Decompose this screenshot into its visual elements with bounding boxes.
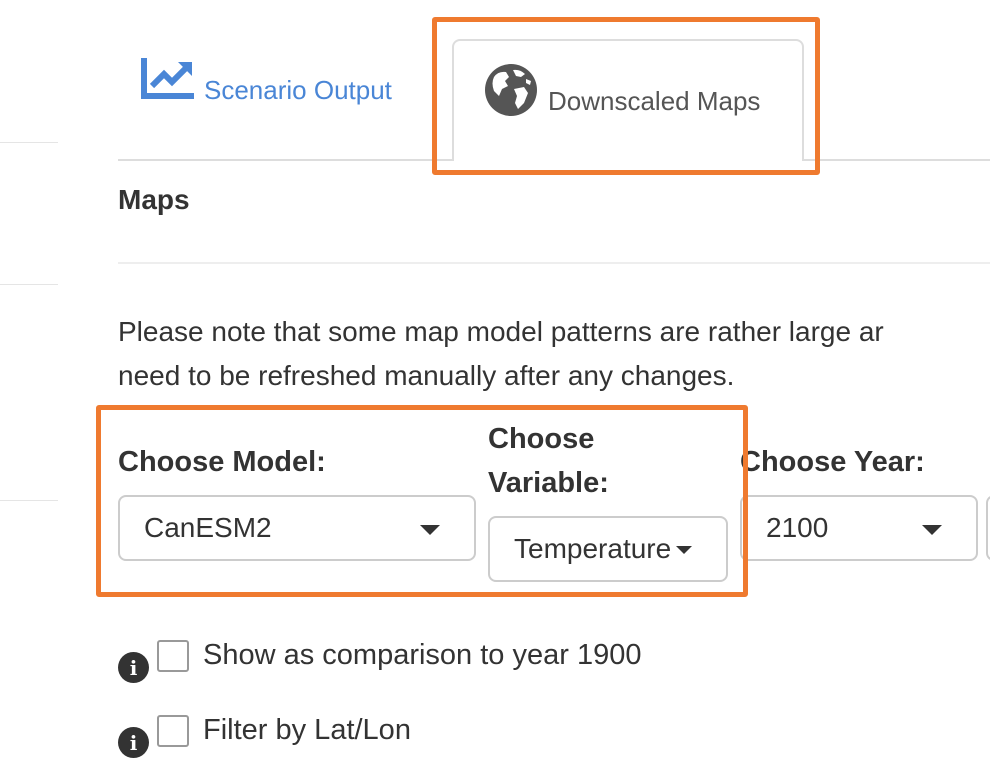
note-line: Please note that some map model patterns… [118,316,884,347]
comparison-checkbox[interactable] [157,639,189,672]
globe-icon [484,63,538,124]
line-chart-icon [140,56,196,107]
year-select-value: 2100 [766,512,829,543]
filter-label[interactable]: Filter by Lat/Lon [203,714,411,747]
chevron-down-icon [420,525,440,535]
section-title: Maps [118,184,190,215]
variable-label-line: Choose [488,423,595,455]
chevron-down-icon [676,546,692,554]
tab-label: Scenario Output [204,74,392,105]
chevron-down-icon [922,525,942,535]
filter-checkbox[interactable] [157,714,189,747]
comparison-option: i Show as comparison to year 1900 [118,628,641,683]
info-icon[interactable]: i [118,652,149,683]
year-select[interactable]: 2100 [740,495,978,561]
sidebar-divider [0,142,58,143]
filter-option: i Filter by Lat/Lon [118,703,411,758]
tab-downscaled-maps[interactable]: Downscaled Maps [452,39,804,161]
comparison-label[interactable]: Show as comparison to year 1900 [203,639,641,672]
variable-select[interactable]: Temperature [488,516,728,582]
info-note: Please note that some map model patterns… [118,310,990,398]
next-select-edge[interactable] [986,495,990,561]
model-select-value: CanESM2 [144,512,272,543]
variable-label: Choose Variable: [488,417,609,505]
note-line: need to be refreshed manually after any … [118,360,735,391]
model-select[interactable]: CanESM2 [118,495,476,561]
year-label: Choose Year: [740,446,925,478]
sidebar-divider [0,500,58,501]
info-icon[interactable]: i [118,727,149,758]
variable-select-value: Temperature [514,533,672,564]
tab-scenario-output[interactable]: Scenario Output [140,57,392,120]
divider [118,262,990,264]
sidebar-divider [0,284,58,285]
model-label: Choose Model: [118,446,326,478]
variable-label-line: Variable: [488,467,609,499]
tab-label: Downscaled Maps [548,85,761,116]
